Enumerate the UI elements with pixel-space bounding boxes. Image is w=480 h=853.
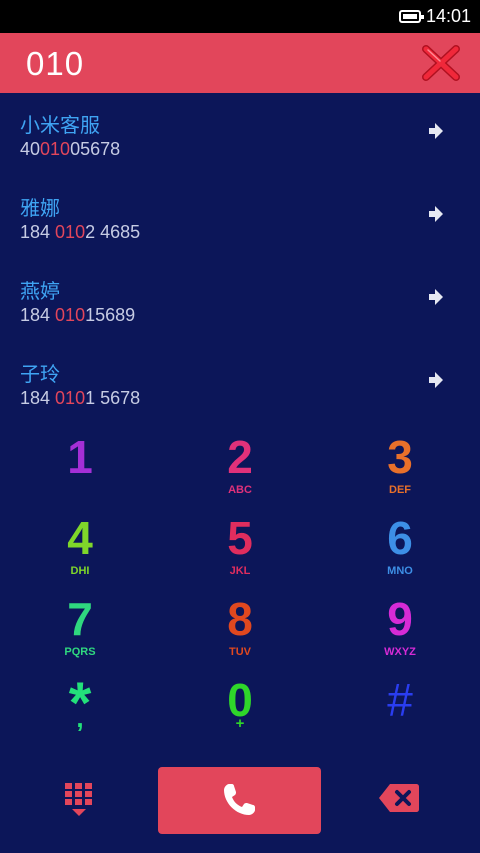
list-item[interactable]: 子玲 184 0101 5678 xyxy=(0,342,480,425)
key-digit: 6 xyxy=(387,512,413,564)
dial-input-bar: 010 xyxy=(0,33,480,93)
contact-name: 雅娜 xyxy=(20,196,60,220)
arrow-right-icon[interactable] xyxy=(424,120,446,142)
contact-name: 燕婷 xyxy=(20,279,60,303)
status-time: 14:01 xyxy=(426,6,472,26)
key-letters: TUV xyxy=(229,646,251,658)
key-digit: # xyxy=(387,674,413,726)
phone-icon xyxy=(224,784,255,815)
dialpad-grid-icon xyxy=(65,783,92,816)
key-letters: DHI xyxy=(70,565,90,577)
key-2[interactable]: 2 ABC xyxy=(160,430,320,512)
number-suffix: 05678 xyxy=(70,139,121,159)
list-item[interactable]: 燕婷 184 01015689 xyxy=(0,259,480,342)
key-letters: + xyxy=(235,715,245,732)
key-letters: PQRS xyxy=(64,646,96,658)
number-match: 010 xyxy=(55,222,86,242)
key-letters: , xyxy=(76,703,84,733)
number-prefix: 184 xyxy=(20,388,56,408)
number-match: 010 xyxy=(55,388,86,408)
list-item[interactable]: 雅娜 184 0102 4685 xyxy=(0,176,480,259)
key-digit: 5 xyxy=(227,512,253,564)
contact-number: 184 0102 4685 xyxy=(20,222,140,243)
number-match: 010 xyxy=(40,139,71,159)
list-item[interactable]: 小米客服 4001005678 xyxy=(0,93,480,176)
contact-number: 184 01015689 xyxy=(20,305,135,326)
key-5[interactable]: 5 JKL xyxy=(160,511,320,593)
arrow-right-icon[interactable] xyxy=(424,203,446,225)
contact-name: 小米客服 xyxy=(20,113,100,137)
number-prefix: 184 xyxy=(20,305,56,325)
key-letters: WXYZ xyxy=(384,646,416,658)
dialpad-toggle-button[interactable] xyxy=(62,782,96,818)
key-digit: 2 xyxy=(227,431,253,483)
close-icon xyxy=(422,45,460,81)
key-8[interactable]: 8 TUV xyxy=(160,592,320,674)
backspace-icon xyxy=(379,784,419,812)
key-letters: JKL xyxy=(229,565,251,577)
number-suffix: 15689 xyxy=(85,305,136,325)
key-digit: 4 xyxy=(67,512,93,564)
key-digit: 3 xyxy=(387,431,413,483)
status-bar: 14:01 xyxy=(0,0,480,33)
key-letters: DEF xyxy=(389,484,411,496)
number-prefix: 184 xyxy=(20,222,56,242)
key-digit: 1 xyxy=(67,431,93,483)
key-letters: MNO xyxy=(387,565,413,577)
key-6[interactable]: 6 MNO xyxy=(320,511,480,593)
number-prefix: 40 xyxy=(20,139,41,159)
key-9[interactable]: 9 WXYZ xyxy=(320,592,480,674)
key-7[interactable]: 7 PQRS xyxy=(0,592,160,674)
delete-button[interactable] xyxy=(378,782,420,814)
key-0[interactable]: 0 + xyxy=(160,673,320,755)
key-digit: 9 xyxy=(387,593,413,645)
search-results-list: 小米客服 4001005678 雅娜 184 0102 4685 燕婷 184 … xyxy=(0,93,480,425)
key-star[interactable]: * , xyxy=(0,673,160,755)
key-letters: ABC xyxy=(228,484,252,496)
number-match: 010 xyxy=(55,305,86,325)
dialed-number[interactable]: 010 xyxy=(26,45,84,83)
contact-number: 184 0101 5678 xyxy=(20,388,140,409)
key-digit: 8 xyxy=(227,593,253,645)
number-suffix: 1 5678 xyxy=(85,388,141,408)
number-suffix: 2 4685 xyxy=(85,222,141,242)
arrow-right-icon[interactable] xyxy=(424,369,446,391)
call-button[interactable] xyxy=(158,767,321,834)
key-hash[interactable]: # xyxy=(320,673,480,755)
arrow-right-icon[interactable] xyxy=(424,286,446,308)
contact-name: 子玲 xyxy=(20,362,60,386)
contact-number: 4001005678 xyxy=(20,139,120,160)
battery-icon xyxy=(399,10,424,23)
clear-button[interactable] xyxy=(420,43,462,83)
key-4[interactable]: 4 DHI xyxy=(0,511,160,593)
key-3[interactable]: 3 DEF xyxy=(320,430,480,512)
key-digit: 7 xyxy=(67,593,93,645)
key-1[interactable]: 1 xyxy=(0,430,160,512)
